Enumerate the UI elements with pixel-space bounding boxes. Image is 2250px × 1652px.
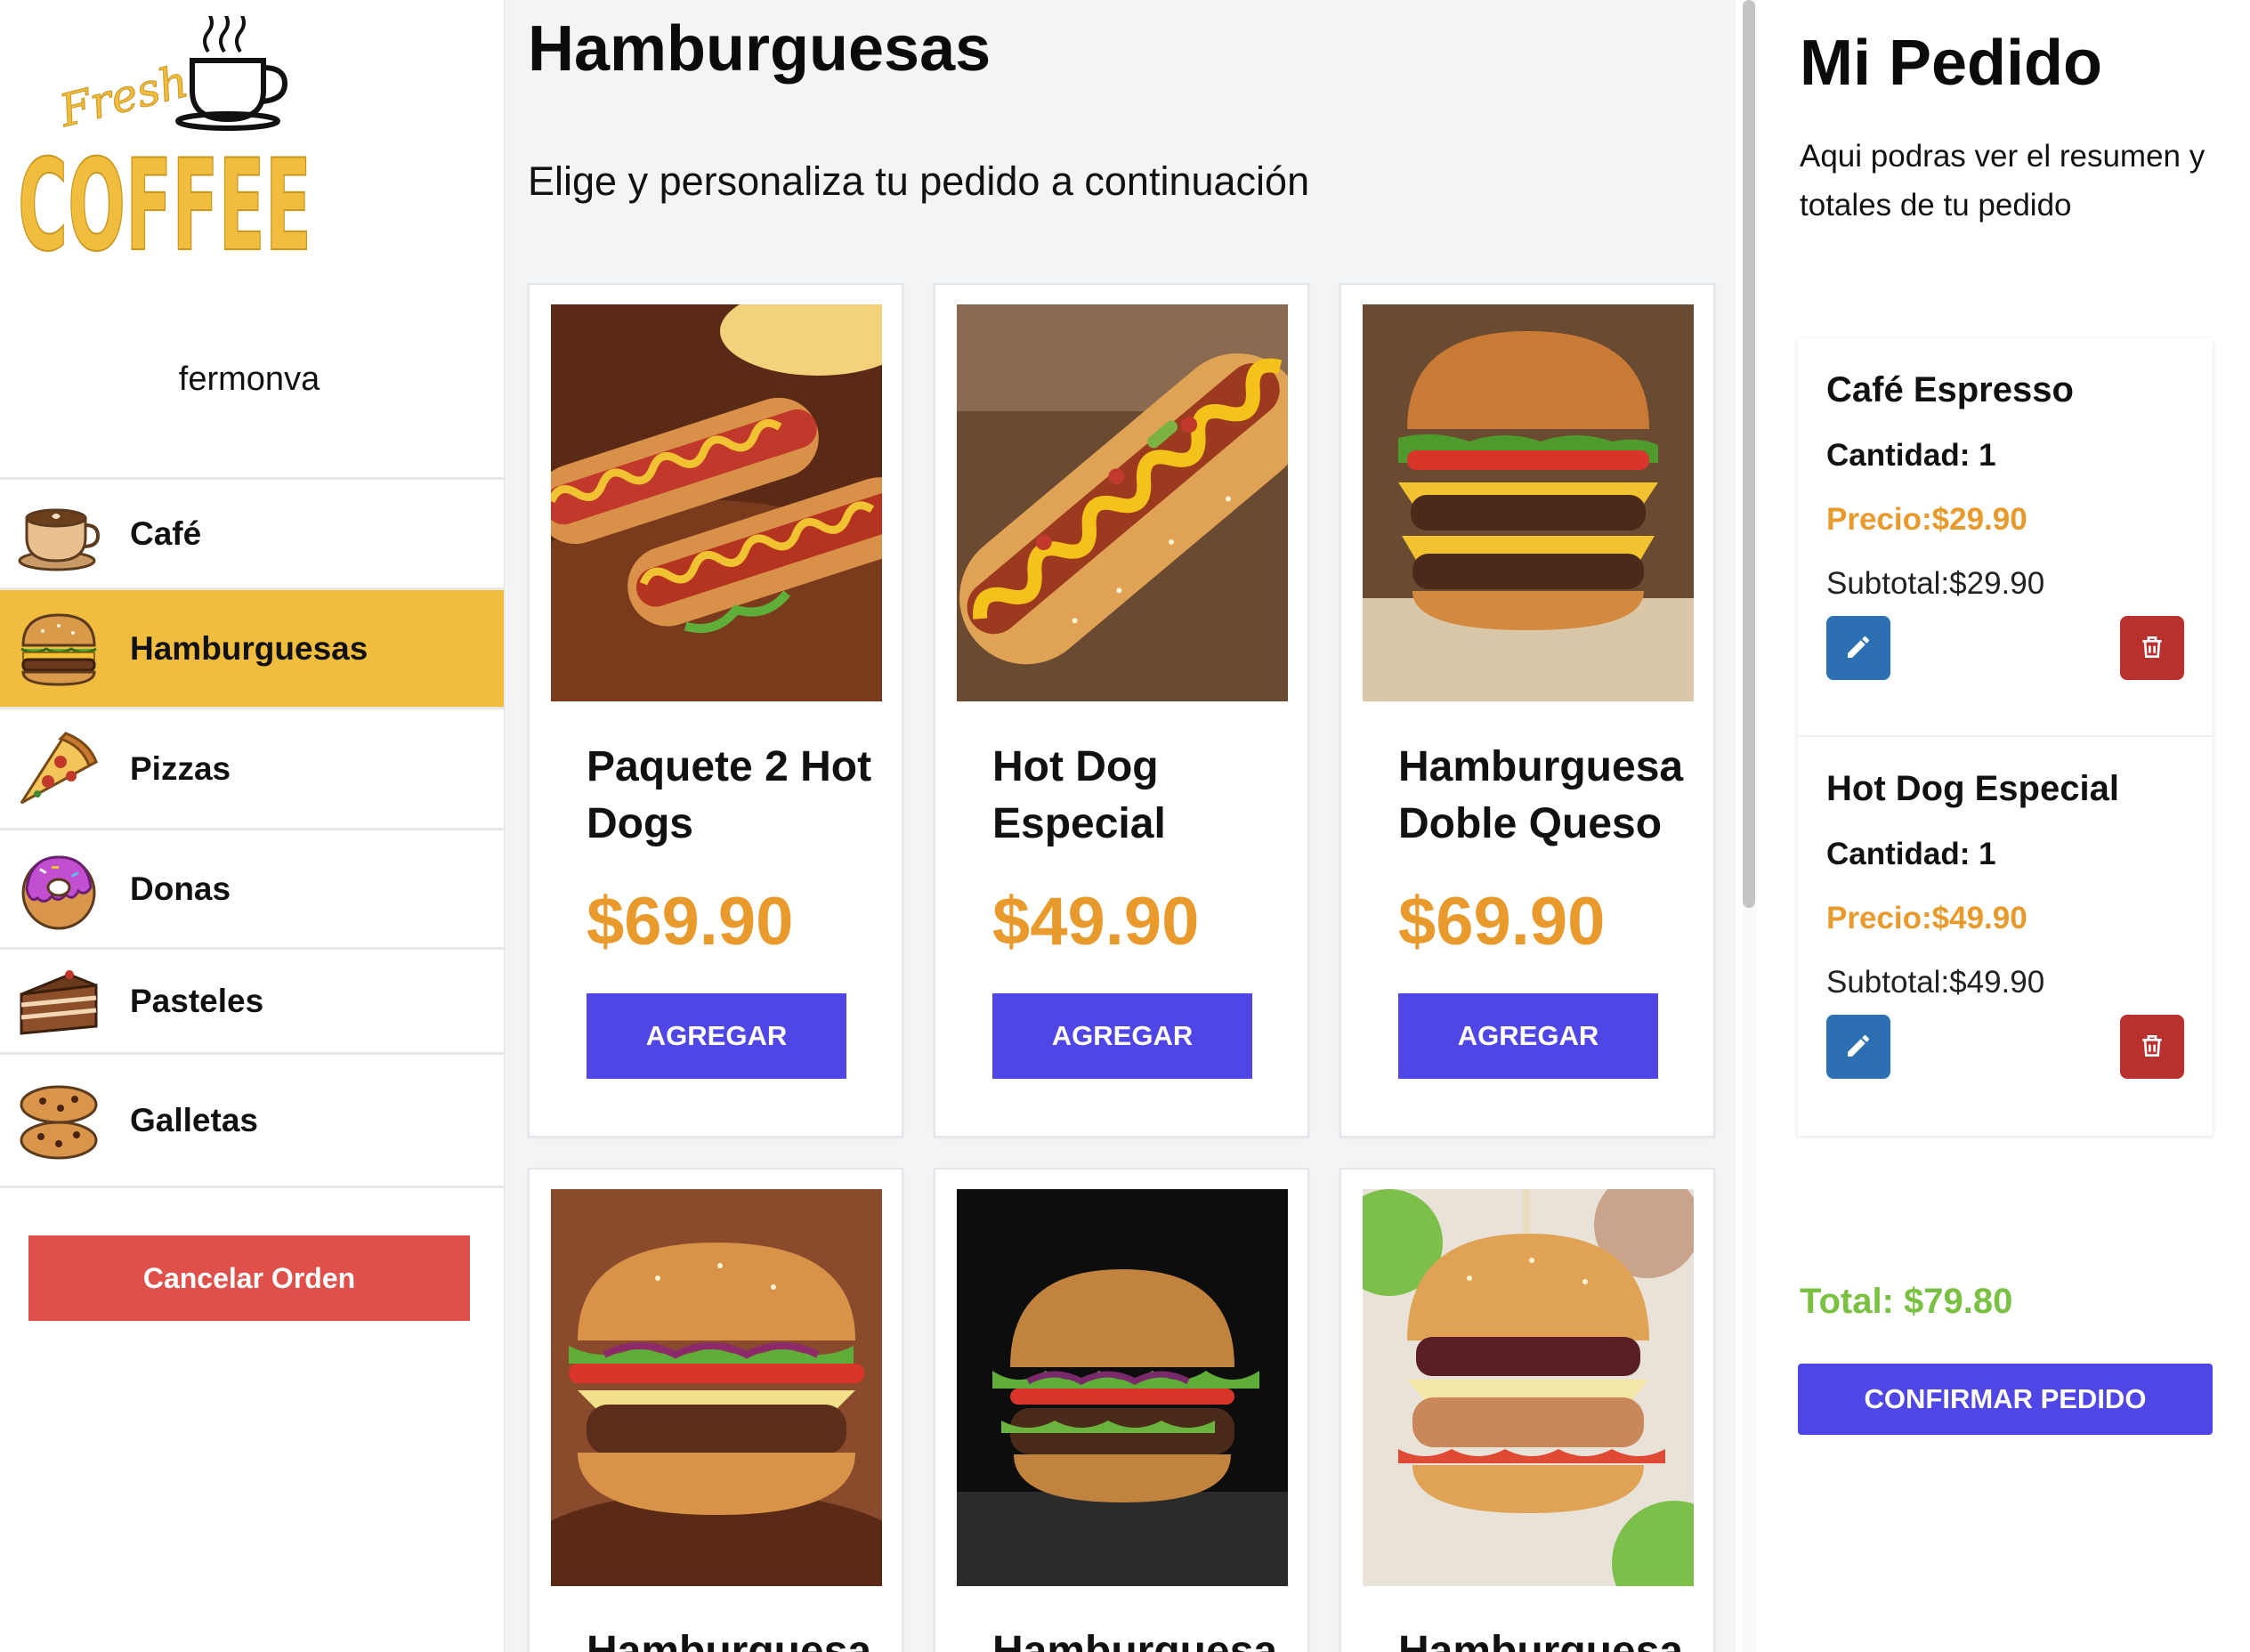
category-hamburguesas[interactable]: Hamburguesas [0,590,504,709]
sidebar: Fresh COFFEE fermonva Café Hamburguesas … [0,0,506,1652]
confirm-order-button[interactable]: CONFIRMAR PEDIDO [1798,1364,2213,1435]
order-title: Mi Pedido [1800,28,2102,99]
product-price: $69.90 [1398,884,1606,960]
product-name: Hamburguesa Doble Queso [1398,743,1684,847]
pencil-icon [1844,633,1873,664]
pizza-icon [14,725,103,814]
category-label: Hamburguesas [130,629,368,667]
edit-item-button[interactable] [1826,616,1890,680]
category-donas[interactable]: Donas [0,830,504,950]
order-total: Total: $79.80 [1800,1282,2013,1321]
category-label: Pizzas [130,749,231,787]
donut-icon [14,845,103,934]
order-item-subtotal: Subtotal:$29.90 [1826,566,2045,601]
svg-text:Fresh: Fresh [53,55,193,137]
trash-icon [2138,1032,2166,1063]
product-name: Paquete 2 Hot Dogs [587,743,872,847]
product-card: Hot Dog Especial $49.90 AGREGAR [934,283,1309,1138]
username: fermonva [178,360,320,398]
category-cafe[interactable]: Café [0,480,504,590]
order-summary: Mi Pedido Aqui podras ver el resumen y t… [1760,0,2250,1652]
product-card: Hamburguesa Doble Queso $69.90 AGREGAR [1339,283,1715,1138]
hot-dogs-photo [551,304,882,701]
coffee-cup-icon [14,490,103,579]
product-name: Hamburguesa [587,1628,872,1652]
category-pasteles[interactable]: Pasteles [0,950,504,1055]
category-label: Pasteles [130,982,264,1019]
delete-item-button[interactable] [2120,616,2184,680]
product-name: Hot Dog Especial [992,743,1166,847]
burger-dark-photo [957,1189,1288,1586]
svg-text:COFFEE: COFFEE [18,133,312,265]
product-price: $49.90 [992,884,1200,960]
double-cheeseburger-photo [1363,304,1694,701]
chicken-burger-photo [1363,1189,1694,1586]
burger-icon [14,604,103,693]
category-list: Café Hamburguesas Pizzas Donas Pasteles … [0,477,504,1188]
category-label: Galletas [130,1101,258,1138]
hot-dog-photo [957,304,1288,701]
product-card: Hamburguesa [934,1168,1309,1652]
cancel-order-button[interactable]: Cancelar Orden [28,1235,470,1321]
trash-icon [2138,633,2166,664]
add-to-order-button[interactable]: AGREGAR [587,993,846,1079]
scrollbar-thumb[interactable] [1743,0,1755,908]
category-pizzas[interactable]: Pizzas [0,709,504,830]
order-item-name: Café Espresso [1826,370,2074,409]
page-title: Hamburguesas [528,13,991,85]
edit-item-button[interactable] [1826,1015,1890,1079]
category-label: Donas [130,870,231,907]
fresh-coffee-logo: Fresh COFFEE [17,11,320,280]
product-grid: Paquete 2 Hot Dogs $69.90 AGREGAR Hot Do… [528,283,1720,1652]
add-to-order-button[interactable]: AGREGAR [1398,993,1658,1079]
burger-photo [551,1189,882,1586]
order-item-quantity: Cantidad: 1 [1826,438,1996,473]
product-card: Paquete 2 Hot Dogs $69.90 AGREGAR [528,283,903,1138]
product-price: $69.90 [587,884,794,960]
order-item-name: Hot Dog Especial [1826,769,2119,808]
order-items: Café Espresso Cantidad: 1 Precio:$29.90 … [1798,338,2213,1136]
order-description: Aqui podras ver el resumen y totales de … [1800,139,2205,223]
category-label: Café [130,514,202,552]
pencil-icon [1844,1032,1873,1063]
order-item-price: Precio:$49.90 [1826,901,2027,935]
order-item-subtotal: Subtotal:$49.90 [1826,965,2045,1000]
product-card: Hamburguesa [1339,1168,1715,1652]
category-galletas[interactable]: Galletas [0,1055,504,1188]
order-item: Hot Dog Especial Cantidad: 1 Precio:$49.… [1798,737,2213,1136]
order-item: Café Espresso Cantidad: 1 Precio:$29.90 … [1798,338,2213,737]
order-item-price: Precio:$29.90 [1826,502,2027,537]
order-item-quantity: Cantidad: 1 [1826,837,1996,871]
cookie-icon [14,1076,103,1165]
add-to-order-button[interactable]: AGREGAR [992,993,1252,1079]
page-subtitle: Elige y personaliza tu pedido a continua… [528,158,1310,204]
product-area: Hamburguesas Elige y personaliza tu pedi… [506,0,1736,1652]
product-card: Hamburguesa [528,1168,903,1652]
delete-item-button[interactable] [2120,1015,2184,1079]
product-name: Hamburguesa [992,1628,1278,1652]
product-name: Hamburguesa [1398,1628,1684,1652]
cake-icon [14,957,103,1046]
